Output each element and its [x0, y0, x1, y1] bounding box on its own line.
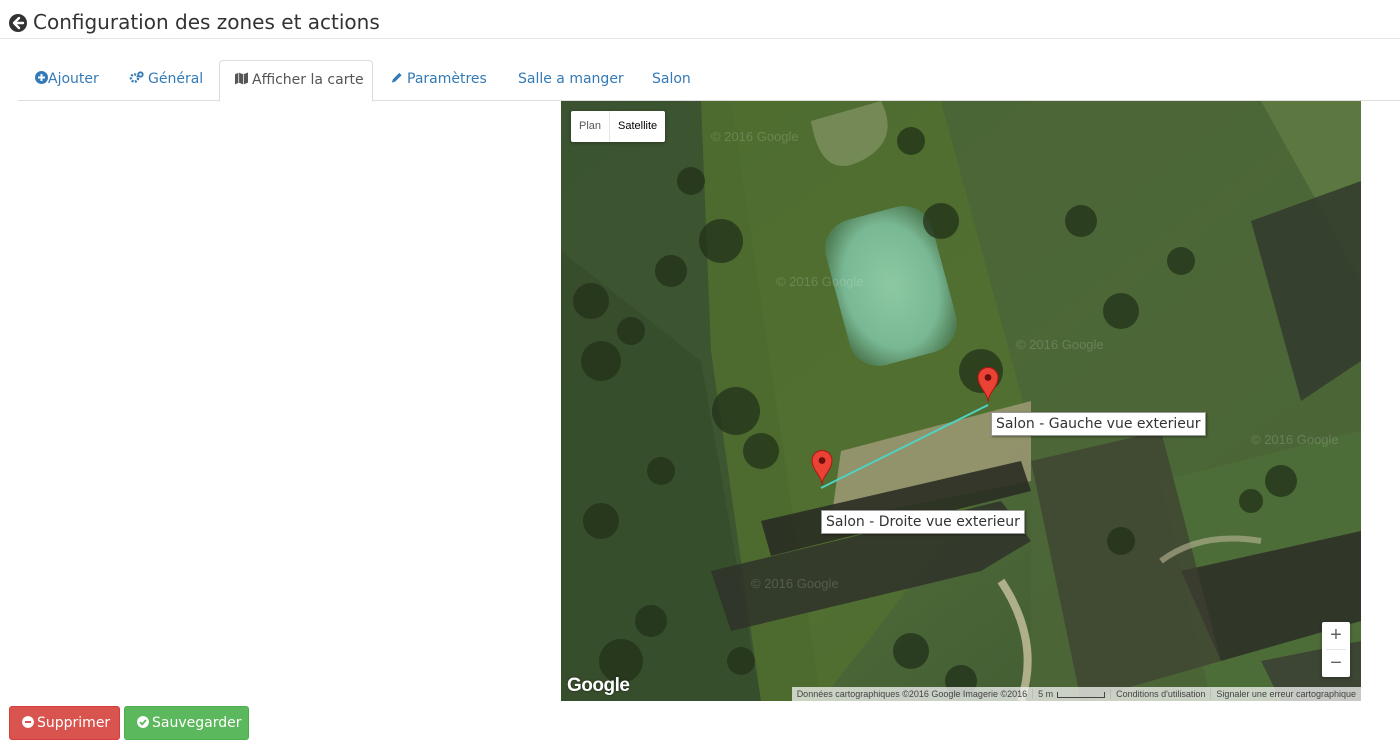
gears-icon: [129, 71, 144, 83]
map-marker-icon[interactable]: [977, 367, 999, 403]
map-type-control: Plan Satellite: [571, 111, 666, 142]
minus-circle-icon: [22, 716, 34, 728]
tab-salon[interactable]: Salon: [652, 60, 691, 101]
tab-label: Afficher la carte: [252, 72, 364, 88]
map-type-satellite-button[interactable]: Satellite: [609, 111, 665, 142]
check-circle-icon: [137, 716, 149, 728]
pencil-icon: [391, 72, 402, 83]
terms-link[interactable]: Conditions d'utilisation: [1110, 689, 1210, 699]
tab-parametres[interactable]: Paramètres: [391, 60, 487, 101]
satellite-imagery: © 2016 Google © 2016 Google © 2016 Googl…: [561, 101, 1361, 701]
tab-label: Salle a manger: [518, 71, 624, 87]
zoom-out-button[interactable]: −: [1322, 650, 1350, 677]
map-data-attribution: Données cartographiques ©2016 Google Ima…: [796, 689, 1028, 699]
report-error-link[interactable]: Signaler une erreur cartographique: [1210, 689, 1361, 699]
delete-button-label: Supprimer: [37, 715, 111, 731]
delete-button[interactable]: Supprimer: [9, 706, 120, 740]
tab-salle-a-manger[interactable]: Salle a manger: [518, 60, 624, 101]
map-attribution: Données cartographiques ©2016 Google Ima…: [791, 687, 1361, 701]
page-header: Configuration des zones et actions: [0, 0, 1400, 39]
tab-general[interactable]: Général: [129, 60, 203, 101]
map-type-plan-button[interactable]: Plan: [571, 111, 609, 142]
map-watermark: © 2016 Google: [711, 129, 799, 144]
map-icon: [235, 72, 248, 85]
page-title: Configuration des zones et actions: [33, 10, 380, 34]
save-button-label: Sauvegarder: [152, 715, 242, 731]
tab-label: Général: [148, 71, 204, 87]
map-marker-icon[interactable]: [811, 450, 833, 486]
zoom-control: + −: [1322, 622, 1350, 677]
tab-label: Paramètres: [407, 71, 487, 87]
map-watermark: © 2016 Google: [751, 576, 839, 591]
scale-bar: [1057, 692, 1106, 698]
tab-ajouter[interactable]: Ajouter: [35, 60, 99, 101]
tab-label: Ajouter: [48, 71, 99, 87]
tab-label: Salon: [652, 71, 691, 87]
map-watermark: © 2016 Google: [1251, 432, 1339, 447]
map-scale-label: 5 m: [1038, 689, 1054, 699]
arrow-circle-left-icon[interactable]: [9, 14, 27, 32]
google-logo[interactable]: Google: [567, 675, 630, 697]
marker-label: Salon - Gauche vue exterieur: [991, 412, 1206, 436]
marker-label: Salon - Droite vue exterieur: [821, 510, 1025, 534]
map-scale[interactable]: 5 m: [1032, 689, 1110, 699]
map-watermark: © 2016 Google: [1016, 337, 1104, 352]
plus-circle-icon: [35, 71, 48, 84]
tab-bar: Ajouter Général Afficher la carte Paramè…: [0, 39, 1400, 102]
save-button[interactable]: Sauvegarder: [124, 706, 249, 740]
map-watermark: © 2016 Google: [776, 274, 864, 289]
tab-afficher-la-carte[interactable]: Afficher la carte: [219, 60, 373, 102]
zoom-in-button[interactable]: +: [1322, 622, 1350, 649]
satellite-map[interactable]: © 2016 Google © 2016 Google © 2016 Googl…: [561, 101, 1361, 701]
